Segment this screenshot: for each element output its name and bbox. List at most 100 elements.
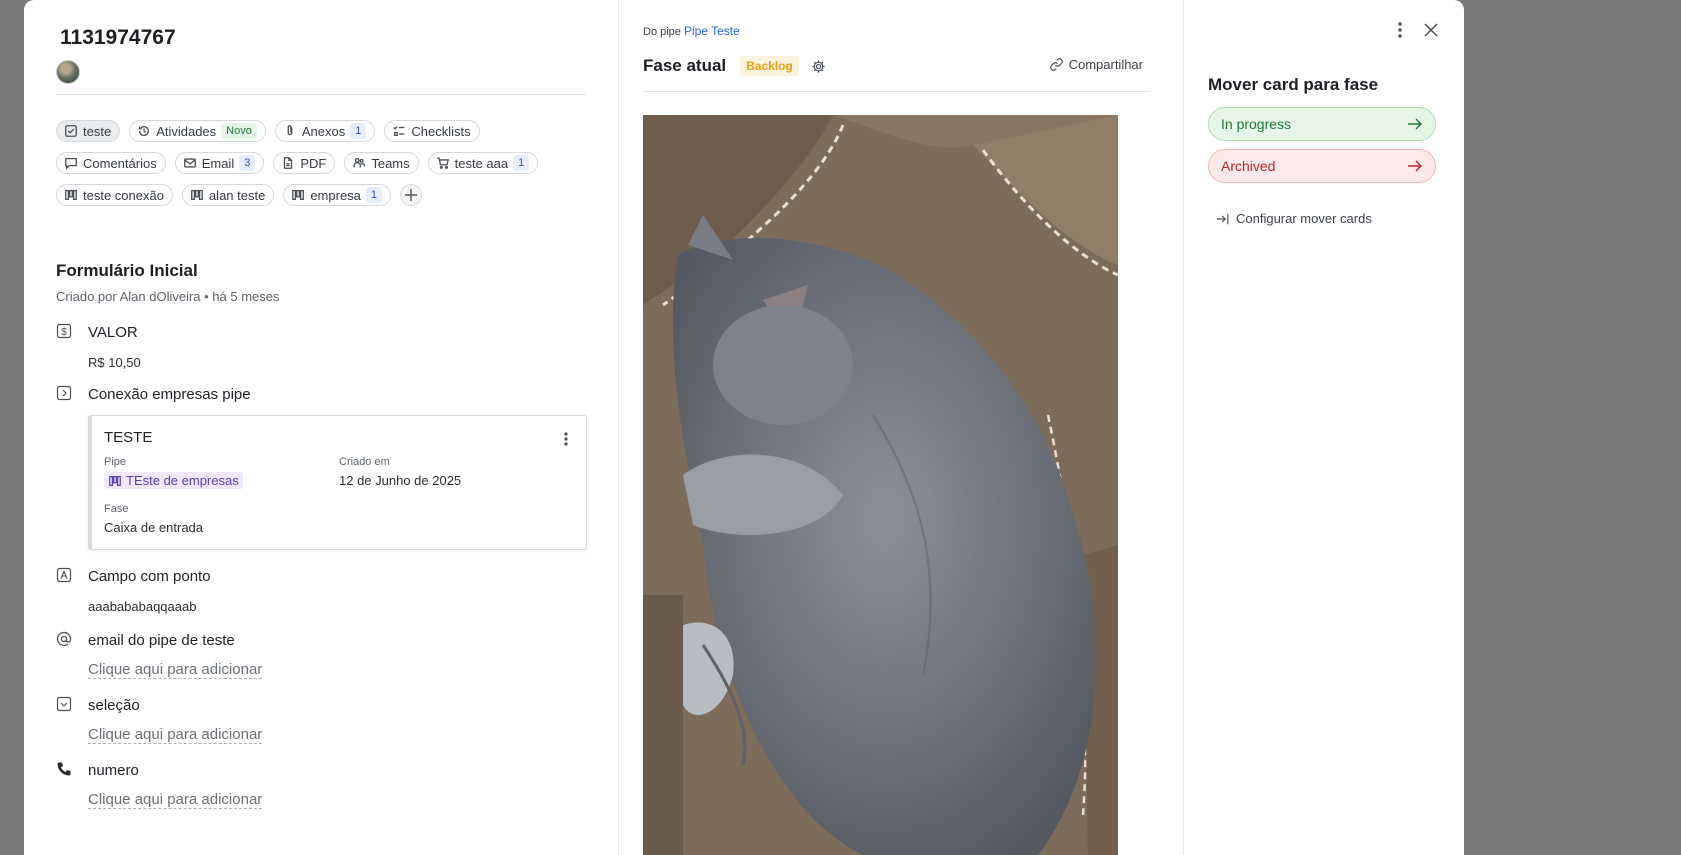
field-value[interactable]: aaabababaqqaaab <box>88 599 586 614</box>
configure-move-cards-link[interactable]: Configurar mover cards <box>1208 211 1440 226</box>
tab-label: Anexos <box>301 123 346 139</box>
text-field-icon <box>56 567 72 582</box>
tab-label: Teams <box>371 155 410 171</box>
move-card-title: Mover card para fase <box>1208 75 1379 94</box>
divider <box>56 94 586 95</box>
phase-panel: Do pipe Pipe Teste Fase atual Backlog Co… <box>619 0 1184 855</box>
pipe-icon <box>109 475 121 486</box>
window-controls <box>1398 22 1438 38</box>
field-label: numero <box>88 761 139 779</box>
arrow-right-icon <box>1408 160 1422 172</box>
breadcrumb-prefix: Do pipe <box>643 26 681 38</box>
phase-title: Fase atual <box>643 56 727 75</box>
tab-teams[interactable]: Teams <box>344 152 419 174</box>
arrow-right-icon <box>1408 118 1422 130</box>
pipe-icon <box>65 189 77 201</box>
phase-label: Fase <box>104 502 129 515</box>
breadcrumb: Do pipe Pipe Teste <box>643 24 1159 38</box>
count-badge: 1 <box>350 123 367 139</box>
tab-teste-conexao[interactable]: teste conexão <box>56 184 173 206</box>
tab-teste[interactable]: teste <box>56 120 121 142</box>
phone-icon <box>57 762 71 775</box>
move-to-in-progress-button[interactable]: In progress <box>1208 107 1436 141</box>
card-modal: 1131974767 teste Atividades Novo Anexos … <box>24 0 1464 855</box>
pipe-icon <box>292 189 305 201</box>
connected-card[interactable]: TESTE Pipe TEste de empresas Criado em 1… <box>88 415 587 550</box>
phase-value: Caixa de entrada <box>104 519 204 535</box>
phase-button-label: Archived <box>1221 158 1276 174</box>
pipe-link[interactable]: Pipe Teste <box>684 24 740 38</box>
count-badge: 1 <box>365 187 383 203</box>
tab-email[interactable]: Email 3 <box>174 152 265 174</box>
tab-label: Comentários <box>83 155 157 171</box>
pipe-tag[interactable]: TEste de empresas <box>104 472 243 489</box>
tab-pdf[interactable]: PDF <box>273 152 336 174</box>
section-tabs: teste Atividades Novo Anexos 1 Checklist… <box>56 120 566 206</box>
tab-checklists[interactable]: Checklists <box>384 120 480 142</box>
connection-icon <box>56 385 72 401</box>
at-sign-icon <box>56 631 72 646</box>
move-card-panel: Mover card para fase In progress Archive… <box>1184 0 1464 855</box>
created-label: Criado em <box>339 456 390 468</box>
more-options-icon[interactable] <box>1398 22 1402 38</box>
checkbox-icon <box>65 125 77 137</box>
attached-cat-photo <box>643 115 1118 855</box>
field-conexao: Conexão empresas pipe <box>56 385 586 403</box>
field-label: seleção <box>88 696 140 714</box>
tab-label: Checklists <box>411 123 471 139</box>
tab-label: PDF <box>300 155 327 171</box>
tab-alan-teste[interactable]: alan teste <box>181 184 275 206</box>
phase-badge: Backlog <box>740 56 799 76</box>
more-options-icon[interactable] <box>564 432 568 451</box>
pipe-label: Pipe <box>104 456 127 468</box>
new-badge: Novo <box>221 123 257 139</box>
tab-label: Email <box>201 155 235 171</box>
count-badge: 1 <box>513 155 530 171</box>
add-value-link[interactable]: Clique aqui para adicionar <box>88 791 263 809</box>
move-in-icon <box>1216 213 1229 224</box>
tab-teste-aaa[interactable]: teste aaa 1 <box>427 152 539 174</box>
connected-card-title: TESTE <box>104 429 153 446</box>
field-numero: numero Clique aqui para adicionar <box>56 762 586 809</box>
mail-icon <box>183 158 196 168</box>
field-valor: $ VALOR R$ 10,50 <box>56 323 586 370</box>
move-to-archived-button[interactable]: Archived <box>1208 149 1436 183</box>
card-id: 1131974767 <box>60 26 176 49</box>
tab-comentarios[interactable]: Comentários <box>56 152 166 174</box>
tab-anexos[interactable]: Anexos 1 <box>274 120 376 142</box>
close-icon[interactable] <box>1424 23 1438 37</box>
card-details-panel: 1131974767 teste Atividades Novo Anexos … <box>24 0 619 855</box>
comment-icon <box>65 157 77 170</box>
select-icon <box>56 696 72 711</box>
paperclip-icon <box>287 125 293 136</box>
add-value-link[interactable]: Clique aqui para adicionar <box>88 661 263 679</box>
avatar[interactable] <box>56 60 80 84</box>
pipe-tag-label: TEste de empresas <box>126 473 239 488</box>
plus-icon <box>405 189 418 201</box>
teams-icon <box>353 157 366 168</box>
document-icon <box>284 157 293 169</box>
share-button[interactable]: Compartilhar <box>1049 57 1143 72</box>
field-email: email do pipe de teste Clique aqui para … <box>56 631 586 679</box>
checklist-icon <box>393 126 405 137</box>
created-value: 12 de Junho de 2025 <box>339 473 462 488</box>
tab-empresa[interactable]: empresa 1 <box>283 184 392 206</box>
field-label: Campo com ponto <box>88 567 211 585</box>
field-value[interactable]: R$ 10,50 <box>88 355 586 370</box>
divider <box>643 91 1151 92</box>
config-label: Configurar mover cards <box>1236 211 1372 226</box>
history-icon <box>139 126 150 137</box>
form-subtitle: Criado por Alan dOliveira • há 5 meses <box>56 289 280 304</box>
currency-icon: $ <box>56 323 72 339</box>
tab-label: empresa <box>310 187 361 203</box>
svg-text:$: $ <box>61 327 67 338</box>
add-section-button[interactable] <box>400 184 423 206</box>
tab-label: teste <box>83 123 112 139</box>
tab-atividades[interactable]: Atividades Novo <box>129 120 266 142</box>
field-campo-com-ponto: Campo com ponto aaabababaqqaaab <box>56 567 586 614</box>
link-icon <box>1049 58 1063 71</box>
field-selecao: seleção Clique aqui para adicionar <box>56 696 586 744</box>
gear-icon[interactable] <box>811 59 826 74</box>
field-label: email do pipe de teste <box>88 631 235 649</box>
add-value-link[interactable]: Clique aqui para adicionar <box>88 726 263 744</box>
